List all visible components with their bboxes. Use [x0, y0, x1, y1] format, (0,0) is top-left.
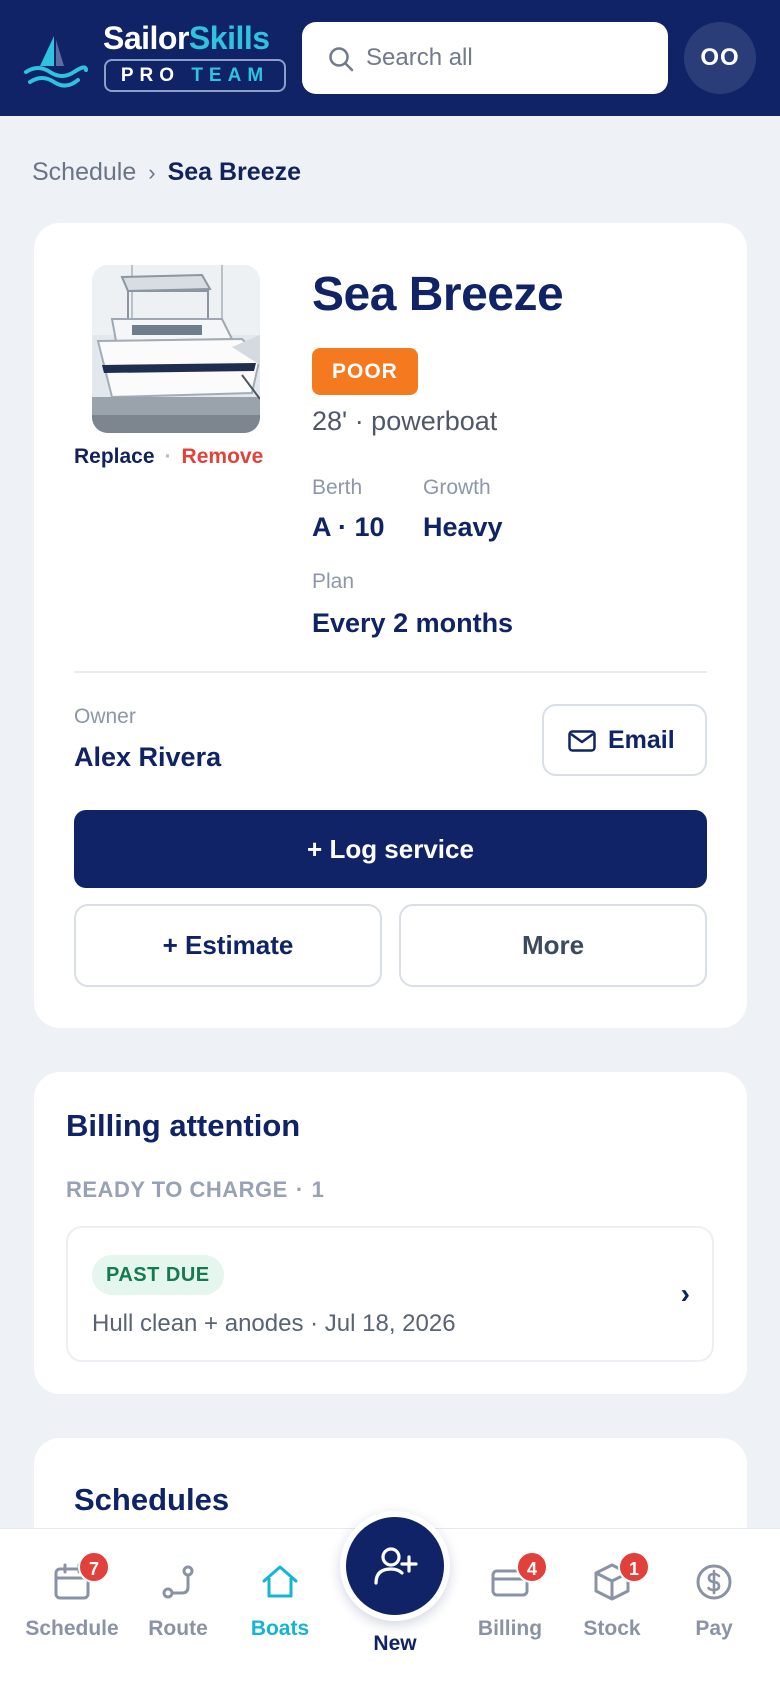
nav-label: Boats — [250, 1617, 310, 1640]
berth-value: A · 10 — [312, 512, 385, 542]
berth-label: Berth — [312, 476, 363, 499]
sailboat-logo-icon — [24, 36, 88, 88]
stock-badge: 1 — [618, 1551, 650, 1583]
billing-title: Billing attention — [66, 1108, 301, 1143]
breadcrumb-current: Sea Breeze — [167, 158, 302, 186]
plan-value: Every 2 months — [312, 608, 514, 638]
billing-badge: 4 — [516, 1551, 548, 1583]
log-service-button[interactable]: + Log service — [74, 810, 707, 888]
billing-count: 1 — [311, 1177, 325, 1202]
billing-item[interactable]: PAST DUE Hull clean + anodes · Jul 18, 2… — [66, 1226, 714, 1362]
dollar-icon — [696, 1564, 732, 1600]
nav-boats[interactable]: Boats — [230, 1529, 330, 1688]
condition-badge: POOR — [312, 348, 418, 395]
nav-schedule[interactable]: 7 Schedule — [22, 1529, 122, 1688]
boat-name: Sea Breeze — [312, 268, 564, 321]
billing-item-description: Hull clean + anodes · Jul 18, 2026 — [92, 1310, 456, 1337]
user-avatar[interactable]: OO — [684, 22, 756, 94]
search-input[interactable] — [366, 36, 646, 80]
billing-attention-card: Billing attention READY TO CHARGE · 1 PAST… — [34, 1072, 747, 1394]
schedule-badge: 7 — [78, 1551, 110, 1583]
breadcrumb-schedule-link[interactable]: Schedule — [32, 158, 136, 186]
nav-label: Schedule — [25, 1617, 119, 1640]
remove-photo-button[interactable]: Remove — [182, 445, 264, 468]
growth-label: Growth — [423, 476, 491, 499]
more-button[interactable]: More — [399, 904, 707, 987]
boat-photo — [92, 265, 260, 433]
nav-label: Pay — [695, 1617, 733, 1640]
breadcrumb: Schedule › Sea Breeze — [32, 158, 301, 187]
boat-meta: 28' · powerboat — [312, 406, 498, 436]
billing-subheading: READY TO CHARGE · 1 — [66, 1177, 325, 1202]
divider — [74, 671, 707, 673]
replace-photo-button[interactable]: Replace — [74, 445, 155, 468]
nav-route[interactable]: Route — [128, 1529, 228, 1688]
schedules-title: Schedules — [74, 1482, 230, 1517]
photo-actions-separator: · — [164, 445, 172, 468]
photo-actions: Replace · Remove — [74, 445, 263, 469]
past-due-badge: PAST DUE — [92, 1255, 224, 1295]
nav-stock[interactable]: 1 Stock — [562, 1529, 662, 1688]
nav-pay[interactable]: Pay — [664, 1529, 764, 1688]
email-button-label: Email — [608, 726, 675, 754]
nav-label: Route — [148, 1617, 208, 1640]
route-icon — [162, 1565, 194, 1599]
mail-icon — [568, 730, 596, 752]
breadcrumb-separator: › — [148, 160, 156, 185]
nav-label: Billing — [477, 1617, 543, 1640]
estimate-button[interactable]: + Estimate — [74, 904, 382, 987]
add-user-icon — [374, 1547, 418, 1585]
nav-label: Stock — [583, 1617, 641, 1640]
boat-card: Replace · Remove Sea Breeze POOR 28' · pow… — [34, 223, 747, 1028]
new-button[interactable] — [340, 1511, 450, 1621]
search-icon — [329, 47, 354, 72]
app-header: SailorSkills PRO TEAM OO — [0, 0, 780, 116]
home-icon — [262, 1565, 298, 1598]
chevron-right-icon: › — [680, 1278, 690, 1309]
brand-name: SailorSkills — [103, 20, 270, 56]
plan-label: Plan — [312, 570, 355, 593]
growth-value: Heavy — [423, 512, 503, 542]
new-button-label: New — [373, 1632, 417, 1655]
email-owner-button[interactable]: Email — [542, 704, 707, 776]
brand-tag: PRO TEAM — [104, 59, 286, 92]
search-box[interactable] — [302, 22, 668, 94]
owner-name: Alex Rivera — [74, 742, 222, 772]
nav-billing[interactable]: 4 Billing — [460, 1529, 560, 1688]
owner-label: Owner — [74, 705, 136, 728]
